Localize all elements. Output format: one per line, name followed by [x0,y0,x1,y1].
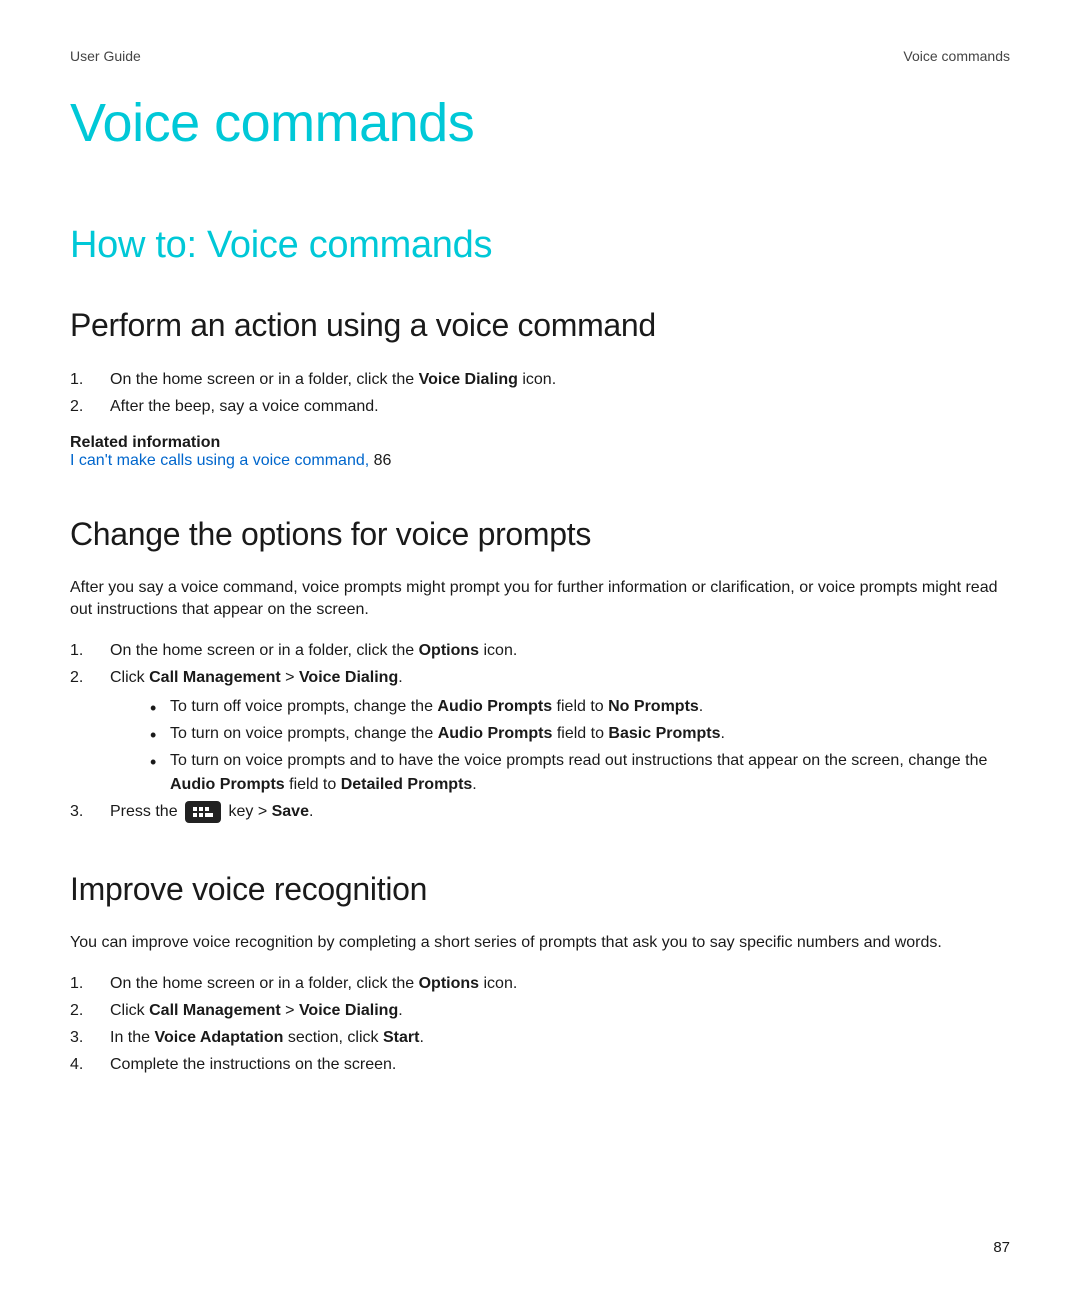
list-item: To turn on voice prompts and to have the… [110,749,1010,799]
section-heading: How to: Voice commands [70,224,1010,267]
list-item: To turn off voice prompts, change the Au… [110,695,1010,720]
related-link[interactable]: I can't make calls using a voice command… [70,452,369,469]
list-item: After the beep, say a voice command. [70,395,1010,420]
list-item: In the Voice Adaptation section, click S… [70,1026,1010,1051]
related-information-heading: Related information [70,434,1010,452]
related-link-row: I can't make calls using a voice command… [70,452,1010,470]
intro-paragraph: After you say a voice command, voice pro… [70,577,1010,622]
header-left: User Guide [70,48,141,64]
page-number: 87 [993,1239,1010,1256]
list-item: On the home screen or in a folder, click… [70,368,1010,393]
list-item: On the home screen or in a folder, click… [70,639,1010,664]
list-item: On the home screen or in a folder, click… [70,972,1010,997]
page-header: User Guide Voice commands [70,48,1010,64]
steps-improve-recognition: On the home screen or in a folder, click… [70,972,1010,1077]
blackberry-key-icon [185,801,221,823]
subsection-perform-action: Perform an action using a voice command [70,307,1010,344]
related-page-num: 86 [369,452,391,469]
subsection-improve-recognition: Improve voice recognition [70,871,1010,908]
list-item: Click Call Management > Voice Dialing. T… [70,666,1010,798]
list-item: To turn on voice prompts, change the Aud… [110,722,1010,747]
subsection-change-options: Change the options for voice prompts [70,516,1010,553]
intro-paragraph: You can improve voice recognition by com… [70,932,1010,954]
steps-change-options: On the home screen or in a folder, click… [70,639,1010,825]
list-item: Press the key > Save. [70,800,1010,825]
bullet-list: To turn off voice prompts, change the Au… [110,695,1010,798]
header-right: Voice commands [903,48,1010,64]
list-item: Click Call Management > Voice Dialing. [70,999,1010,1024]
steps-perform-action: On the home screen or in a folder, click… [70,368,1010,420]
page-title: Voice commands [70,92,1010,154]
list-item: Complete the instructions on the screen. [70,1053,1010,1078]
